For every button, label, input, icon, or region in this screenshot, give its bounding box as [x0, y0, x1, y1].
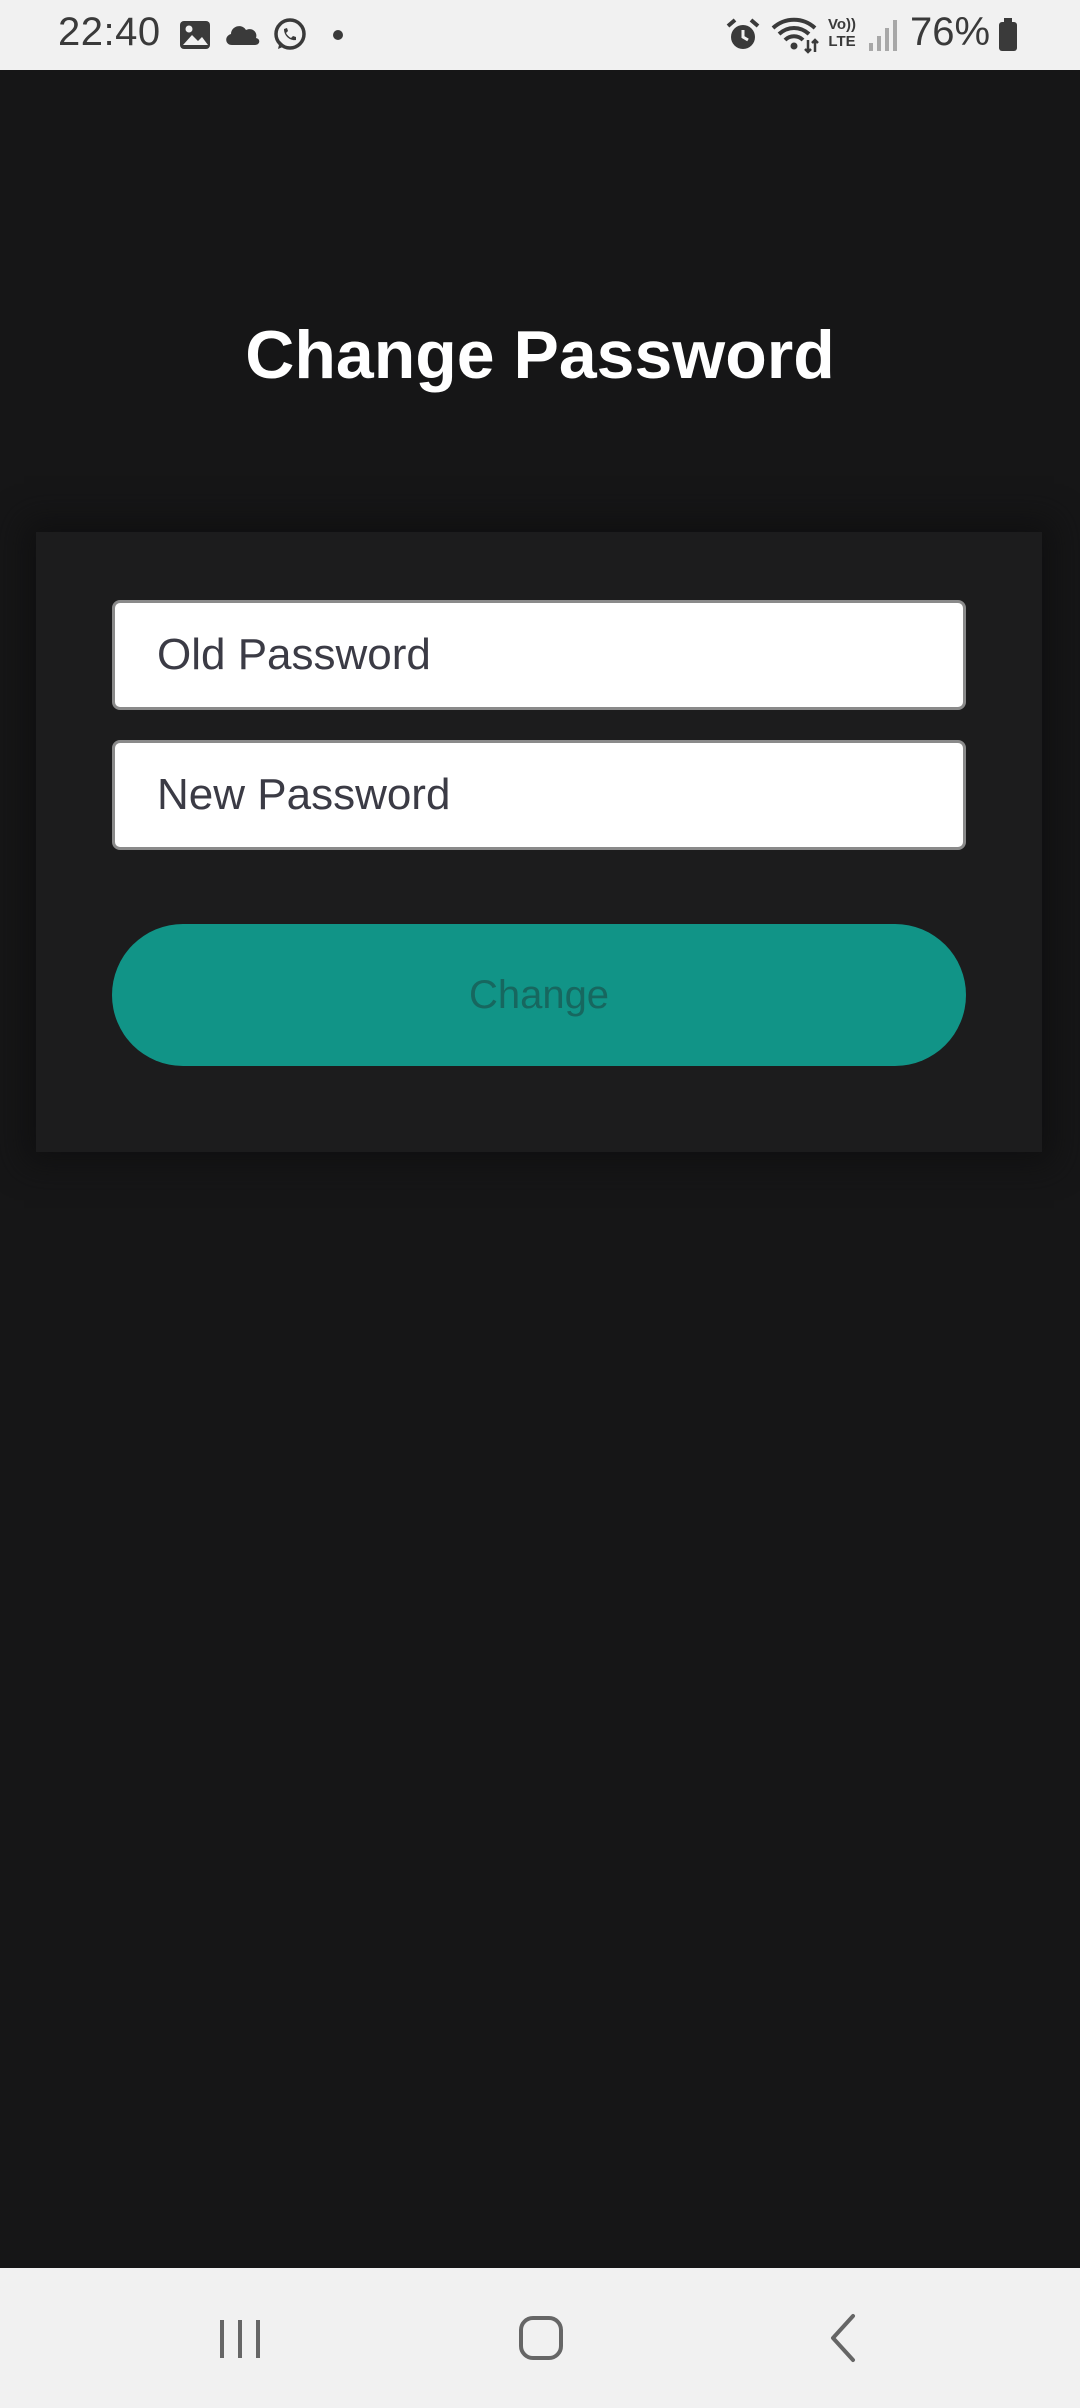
dot-icon	[333, 30, 343, 40]
volte-top-label: Vo))	[827, 16, 857, 33]
battery-percent: 76%	[910, 10, 991, 54]
battery-icon	[999, 18, 1017, 51]
status-bar: 22:40 Vo)) LTE 76%	[0, 0, 1080, 70]
change-button[interactable]: Change	[112, 924, 966, 1066]
signal-icon	[869, 20, 897, 51]
alarm-icon	[726, 18, 760, 49]
whatsapp-icon	[274, 18, 306, 50]
app-content: Change Password Change	[0, 70, 1080, 2268]
navigation-bar	[0, 2268, 1080, 2408]
wifi-icon	[771, 17, 819, 54]
gallery-icon	[180, 21, 210, 49]
old-password-input[interactable]	[112, 600, 966, 710]
status-time: 22:40	[58, 10, 161, 54]
new-password-input[interactable]	[112, 740, 966, 850]
volte-icon: Vo)) LTE	[824, 16, 860, 54]
home-icon[interactable]	[491, 2298, 591, 2378]
change-password-card: Change	[36, 532, 1042, 1152]
recent-apps-icon[interactable]	[190, 2298, 290, 2378]
volte-bottom-label: LTE	[828, 33, 856, 50]
back-icon[interactable]	[795, 2298, 895, 2378]
page-title: Change Password	[245, 317, 835, 393]
cloud-icon	[226, 26, 260, 45]
